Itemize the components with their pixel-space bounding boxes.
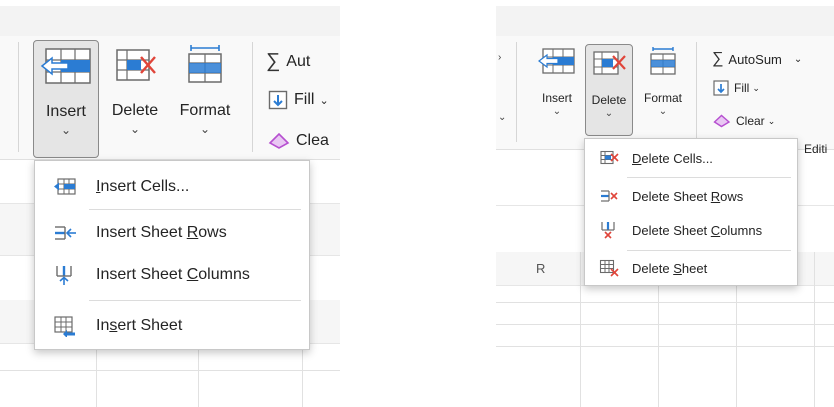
insert-label: Insert xyxy=(541,91,572,105)
insert-cells-icon xyxy=(40,48,91,84)
format-button[interactable]: Format ⌄ xyxy=(170,40,240,158)
clear-button[interactable]: Clea xyxy=(268,132,329,150)
menu-item-delete-sheet-rows[interactable]: Delete Sheet Rows xyxy=(585,183,797,209)
title-bar xyxy=(0,6,340,36)
fill-button[interactable]: Fill ⌄ xyxy=(713,80,760,96)
delete-button[interactable]: Delete ⌄ xyxy=(585,44,633,136)
clear-label: Clear xyxy=(736,114,765,128)
autosum-button[interactable]: ∑ AutoSum ⌄ xyxy=(712,50,802,68)
insert-panel: Insert ⌄ Delete ⌄ Format ⌄ ∑ Aut Fill ⌄ … xyxy=(0,0,340,407)
autosum-label: AutoSum xyxy=(728,51,782,67)
insert-columns-icon xyxy=(56,266,72,285)
ribbon: Insert ⌄ Delete ⌄ Format ⌄ ∑ Aut Fill ⌄ … xyxy=(0,36,340,160)
delete-button[interactable]: Delete ⌄ xyxy=(104,40,166,158)
delete-label: Delete xyxy=(591,93,627,107)
menu-item-delete-sheet[interactable]: Delete Sheet xyxy=(585,255,797,281)
insert-sheet-icon xyxy=(54,316,75,337)
menu-item-label: Delete Cells... xyxy=(632,150,713,166)
chevron-down-icon: ⌄ xyxy=(319,94,329,107)
menu-item-label: Delete Sheet xyxy=(632,260,708,276)
clear-label: Clea xyxy=(296,132,329,149)
fill-down-icon xyxy=(713,80,729,96)
format-cells-icon xyxy=(188,45,222,83)
grid-line xyxy=(580,252,581,407)
chevron-down-icon: ⌄ xyxy=(752,82,760,93)
insert-cells-icon xyxy=(538,48,575,74)
menu-item-insert-sheet-rows[interactable]: Insert Sheet Rows xyxy=(35,217,309,249)
menu-item-insert-sheet-columns[interactable]: Insert Sheet Columns xyxy=(35,259,309,291)
grid-line xyxy=(496,324,834,325)
delete-rows-icon xyxy=(601,190,618,202)
menu-item-label: Delete Sheet Rows xyxy=(632,188,744,204)
eraser-icon xyxy=(713,114,731,128)
title-bar xyxy=(496,6,834,36)
insert-button[interactable]: Insert ⌄ xyxy=(33,40,99,158)
chevron-down-icon: ⌄ xyxy=(199,122,211,136)
chevron-down-icon: › xyxy=(498,52,502,63)
grid-line xyxy=(814,252,815,407)
ribbon-separator xyxy=(516,42,517,142)
menu-separator xyxy=(89,300,301,301)
grid-line xyxy=(496,302,834,303)
chevron-down-icon: ⌄ xyxy=(552,106,562,117)
chevron-down-icon: ⌄ xyxy=(129,122,141,136)
menu-item-label: Insert Sheet Columns xyxy=(96,266,250,283)
grid-line xyxy=(0,370,340,371)
ribbon-separator xyxy=(696,42,697,142)
chevron-down-icon: ⌄ xyxy=(793,53,803,65)
format-cells-icon xyxy=(650,47,676,75)
insert-button[interactable]: Insert ⌄ xyxy=(534,42,580,138)
ribbon-separator xyxy=(252,42,253,152)
format-button[interactable]: Format ⌄ xyxy=(636,42,690,138)
autosum-button[interactable]: ∑ Aut xyxy=(266,50,310,73)
menu-separator xyxy=(627,250,791,251)
autosum-label: Aut xyxy=(286,52,311,70)
editing-group-label: Editi xyxy=(804,142,828,156)
delete-label: Delete xyxy=(111,102,159,119)
eraser-icon xyxy=(268,132,290,149)
delete-dropdown-menu: Delete Cells... Delete Sheet Rows Delete… xyxy=(584,138,798,286)
menu-item-insert-cells[interactable]: Insert Cells... xyxy=(35,171,309,203)
delete-cells-icon xyxy=(116,49,156,81)
fill-down-icon xyxy=(268,90,288,110)
chevron-down-icon: ⌄ xyxy=(604,108,614,119)
menu-item-delete-sheet-columns[interactable]: Delete Sheet Columns xyxy=(585,217,797,243)
delete-cells-icon xyxy=(593,51,626,75)
insert-cells-icon xyxy=(54,178,76,195)
fill-label: Fill xyxy=(294,91,315,108)
chevron-down-icon: ⌄ xyxy=(658,106,668,117)
sigma-icon: ∑ xyxy=(712,50,724,67)
fill-label: Fill xyxy=(734,81,750,95)
menu-item-delete-cells[interactable]: Delete Cells... xyxy=(585,145,797,171)
format-label: Format xyxy=(179,102,231,119)
ribbon-separator xyxy=(18,42,19,152)
menu-item-label: Delete Sheet Columns xyxy=(632,222,763,238)
menu-item-label: Insert Cells... xyxy=(96,178,190,195)
format-label: Format xyxy=(643,91,682,105)
delete-sheet-icon xyxy=(599,259,619,277)
insert-dropdown-menu: Insert Cells... Insert Sheet Rows Insert… xyxy=(34,160,310,350)
menu-separator xyxy=(89,209,301,210)
fill-button[interactable]: Fill ⌄ xyxy=(268,90,329,110)
chevron-down-icon: ⌄ xyxy=(767,115,776,126)
insert-rows-icon xyxy=(55,226,76,240)
chevron-down-icon: ⌄ xyxy=(498,112,507,123)
insert-label: Insert xyxy=(45,103,86,120)
menu-item-insert-sheet[interactable]: Insert Sheet xyxy=(35,310,309,342)
clear-button[interactable]: Clear ⌄ xyxy=(713,114,775,128)
grid-line xyxy=(496,346,834,347)
chevron-down-icon: ⌄ xyxy=(60,123,72,137)
ribbon: › ⌄ Insert ⌄ Delete ⌄ Format ⌄ ∑ AutoSum… xyxy=(496,36,834,156)
delete-columns-icon xyxy=(601,222,615,239)
menu-item-label: Insert Sheet Rows xyxy=(96,224,227,241)
menu-separator xyxy=(627,177,791,178)
menu-item-label: Insert Sheet xyxy=(96,317,183,334)
column-header-r: R xyxy=(536,261,546,276)
delete-panel: › ⌄ Insert ⌄ Delete ⌄ Format ⌄ ∑ AutoSum… xyxy=(496,0,834,407)
sigma-icon: ∑ xyxy=(266,50,281,72)
delete-cells-icon xyxy=(600,150,619,165)
